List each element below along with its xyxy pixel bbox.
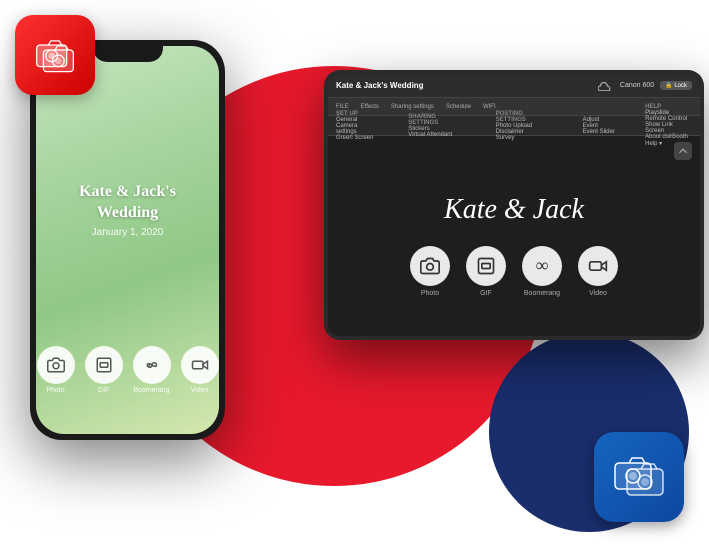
tablet-action-buttons: Photo GIF: [410, 246, 618, 297]
tablet-menu-wifi[interactable]: WIFI: [483, 104, 496, 110]
app-icon-blue-bg: [594, 432, 684, 522]
video-icon: [191, 356, 209, 374]
phone-boomerang-btn-wrapper[interactable]: ∞ Boomerang: [133, 346, 171, 394]
boomerang-icon: ∞: [536, 255, 549, 276]
tablet-topbar: Kate & Jack's Wedding Canon 600 🔒 Lock: [328, 74, 700, 98]
tablet-photo-label: Photo: [421, 290, 439, 297]
tablet-screen: Kate & Jack's Wedding Canon 600 🔒 Lock F…: [328, 74, 700, 336]
submenu-adjust[interactable]: Adjust Event: [583, 117, 616, 129]
tablet-submenu-col1: SET UP General Camera settings Green Scr…: [336, 111, 378, 141]
gif-icon: [95, 356, 113, 374]
submenu-survey[interactable]: Survey: [496, 135, 553, 141]
phone-screen: Kate & Jack's Wedding January 1, 2020 Ph…: [36, 46, 219, 434]
submenu-virtual[interactable]: Virtual Attendant: [408, 132, 465, 138]
phone-device: Kate & Jack's Wedding January 1, 2020 Ph…: [30, 40, 225, 440]
chevron-up-icon: [674, 142, 692, 160]
phone-boomerang-label: Boomerang: [133, 387, 169, 394]
phone-notch: [93, 40, 163, 62]
app-icon-red[interactable]: [15, 15, 95, 95]
tablet-submenu-bar: SET UP General Camera settings Green Scr…: [328, 116, 700, 136]
phone-video-label: Video: [191, 387, 209, 394]
app-icon-red-bg: [15, 15, 95, 95]
tablet-submenu-col5: HELP Playslide Remote Control Show Link …: [645, 104, 692, 147]
tablet-video-btn-wrapper[interactable]: Video: [578, 246, 618, 297]
scene: Kate & Jack's Wedding January 1, 2020 Ph…: [0, 0, 709, 552]
phone-event-date: January 1, 2020: [92, 227, 164, 238]
svg-text:∞: ∞: [146, 360, 152, 370]
submenu-camera[interactable]: Camera settings: [336, 123, 378, 135]
tablet-content-title: Kate & Jack: [444, 194, 584, 226]
camera-stacked-icon-red: [30, 30, 80, 80]
tablet-video-btn[interactable]: [578, 246, 618, 286]
tablet-gif-label: GIF: [480, 290, 492, 297]
tablet-menu-effects[interactable]: Effects: [361, 104, 379, 110]
tablet-main-content: Kate & Jack Photo: [328, 136, 700, 336]
video-icon: [588, 256, 608, 276]
phone-gif-label: GIF: [98, 387, 110, 394]
phone-event-title: Kate & Jack's Wedding: [36, 182, 219, 224]
tablet-menu-file[interactable]: FILE: [336, 104, 349, 110]
camera-icon: [420, 256, 440, 276]
camera-icon: [47, 356, 65, 374]
tablet-lock-btn[interactable]: 🔒 Lock: [660, 81, 692, 90]
tablet-boomerang-btn[interactable]: ∞: [522, 246, 562, 286]
phone-boomerang-btn[interactable]: ∞: [133, 346, 171, 384]
tablet-body: Kate & Jack's Wedding Canon 600 🔒 Lock F…: [324, 70, 704, 340]
phone-action-buttons: Photo GIF: [36, 346, 219, 394]
camera-stacked-icon-blue: [609, 447, 669, 507]
tablet-menu-sharing[interactable]: Sharing settings: [391, 104, 434, 110]
submenu-showlink[interactable]: Show Link Screen: [645, 122, 692, 134]
phone-gif-btn-wrapper[interactable]: GIF: [85, 346, 123, 394]
tablet-submenu-col3: POSTING SETTINGS Photo Upload Disclaimer…: [496, 111, 553, 141]
phone-photo-btn-wrapper[interactable]: Photo: [37, 346, 75, 394]
tablet-photo-btn-wrapper[interactable]: Photo: [410, 246, 450, 297]
tablet-video-label: Video: [589, 290, 607, 297]
submenu-green[interactable]: Green Screen: [336, 135, 378, 141]
tablet-collapse-btn[interactable]: [674, 142, 692, 165]
tablet-submenu-col2: SHARING SETTINGS Stickers Virtual Attend…: [408, 114, 465, 138]
tablet-photo-btn[interactable]: [410, 246, 450, 286]
tablet-camera-label: Canon 600: [620, 82, 654, 89]
phone-photo-label: Photo: [46, 387, 64, 394]
phone-photo-btn[interactable]: [37, 346, 75, 384]
tablet-boomerang-btn-wrapper[interactable]: ∞ Boomerang: [522, 246, 562, 297]
phone-video-btn-wrapper[interactable]: Video: [181, 346, 219, 394]
tablet-menu-schedule[interactable]: Schedule: [446, 104, 471, 110]
tablet-gif-btn-wrapper[interactable]: GIF: [466, 246, 506, 297]
boomerang-icon: ∞: [143, 356, 161, 374]
submenu-eventslider[interactable]: Event Slider: [583, 129, 616, 135]
phone-body: Kate & Jack's Wedding January 1, 2020 Ph…: [30, 40, 225, 440]
tablet-event-title: Kate & Jack's Wedding: [336, 81, 598, 90]
phone-video-btn[interactable]: [181, 346, 219, 384]
gif-icon: [476, 256, 496, 276]
cloud-icon: [598, 81, 612, 91]
tablet-device: Kate & Jack's Wedding Canon 600 🔒 Lock F…: [324, 70, 704, 340]
app-icon-blue[interactable]: [594, 432, 684, 522]
phone-gif-btn[interactable]: [85, 346, 123, 384]
tablet-submenu-col4: Adjust Event Event Slider: [583, 117, 616, 135]
tablet-boomerang-label: Boomerang: [524, 290, 560, 297]
tablet-gif-btn[interactable]: [466, 246, 506, 286]
